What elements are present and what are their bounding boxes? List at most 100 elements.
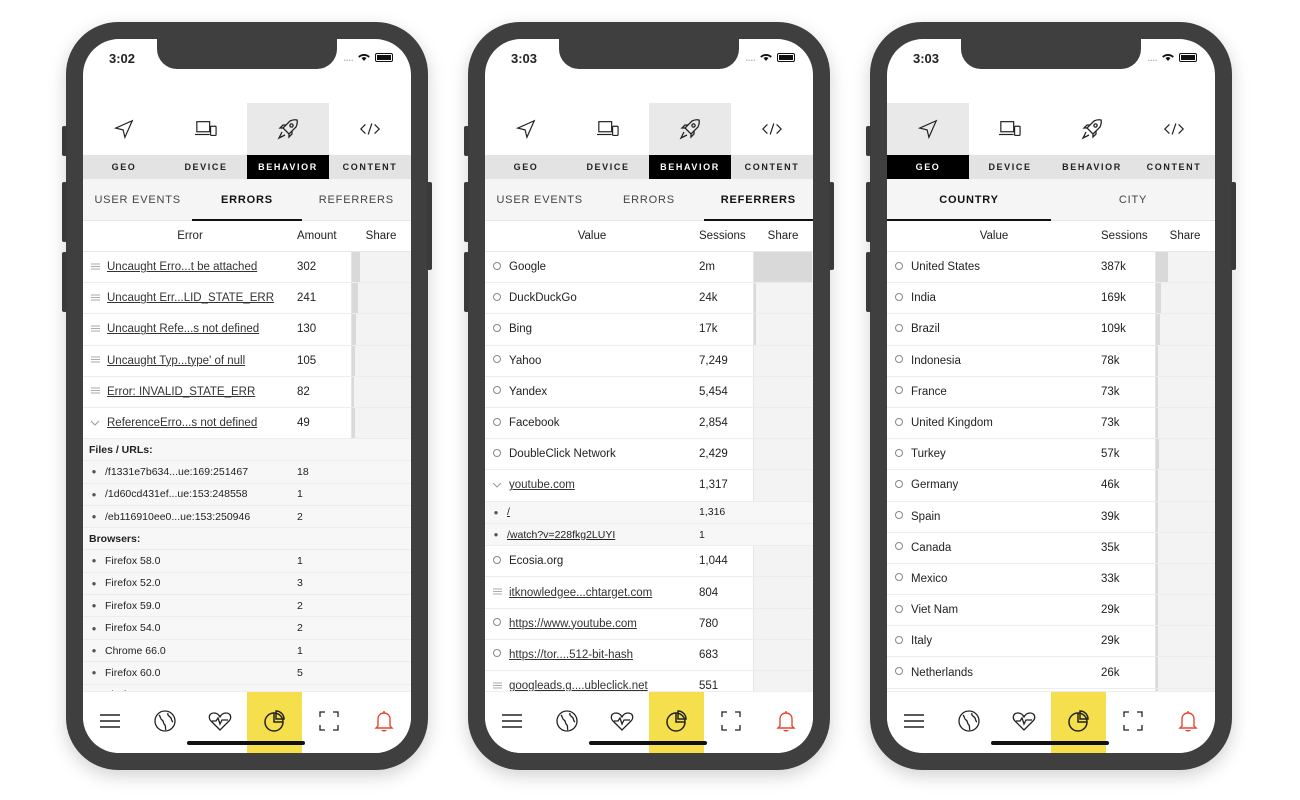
subtab-city[interactable]: CITY	[1051, 179, 1215, 220]
table-row[interactable]: Uncaught Err...LID_STATE_ERR 241	[83, 283, 411, 315]
drag-handle-icon	[83, 262, 107, 273]
row-name[interactable]: Uncaught Typ...type' of null	[107, 355, 297, 367]
nav-tab-geo[interactable]: GEO	[485, 103, 567, 179]
bottom-nav-fullscreen[interactable]	[302, 692, 357, 753]
row-name[interactable]: itknowledgee...chtarget.com	[509, 587, 699, 599]
nav-tab-content[interactable]: CONTENT	[731, 103, 813, 179]
row-name[interactable]: ReferenceErro...s not defined	[107, 417, 297, 429]
table-row[interactable]: Google 2m	[485, 252, 813, 284]
row-name[interactable]: Uncaught Err...LID_STATE_ERR	[107, 292, 297, 304]
table-row[interactable]: Viet Nam 29k	[887, 595, 1215, 627]
table-row[interactable]: DoubleClick Network 2,429	[485, 439, 813, 471]
table-row[interactable]: https://www.youtube.com 780	[485, 608, 813, 640]
row-name: Facebook	[509, 417, 560, 430]
column-header-name[interactable]: Value	[887, 230, 1101, 242]
wifi-icon	[1161, 51, 1175, 64]
nav-tab-content[interactable]: CONTENT	[329, 103, 411, 179]
bottom-nav-menu[interactable]	[485, 692, 540, 753]
subtab-country[interactable]: COUNTRY	[887, 179, 1051, 221]
table-row[interactable]: ReferenceErro...s not defined 49	[83, 407, 411, 440]
chevron-down-icon	[485, 480, 509, 491]
bottom-nav-bell[interactable]	[1160, 692, 1215, 753]
nav-tab-behavior[interactable]: BEHAVIOR	[1051, 103, 1133, 179]
row-value: 241	[297, 292, 317, 305]
row-name[interactable]: https://www.youtube.com	[509, 618, 699, 630]
bottom-nav-bell[interactable]	[758, 692, 813, 753]
row-name[interactable]: https://tor....512-bit-hash	[509, 649, 699, 661]
table-row[interactable]: Canada 35k	[887, 532, 1215, 564]
table-row[interactable]: Error: INVALID_STATE_ERR 82	[83, 376, 411, 408]
bottom-nav-fullscreen[interactable]	[1106, 692, 1161, 753]
bottom-nav-menu[interactable]	[83, 692, 138, 753]
subtab-referrers[interactable]: REFERRERS	[302, 179, 411, 220]
table-row[interactable]: itknowledgee...chtarget.com 804	[485, 577, 813, 609]
table-row[interactable]: Uncaught Refe...s not defined 130	[83, 314, 411, 346]
column-header-name[interactable]: Error	[83, 230, 297, 242]
row-name[interactable]: Error: INVALID_STATE_ERR	[107, 386, 297, 398]
sub-row[interactable]: ● /1,316	[485, 501, 813, 524]
table-row[interactable]: https://tor....512-bit-hash 683	[485, 639, 813, 672]
bell-icon	[1177, 710, 1198, 736]
column-header-share[interactable]: Share	[1155, 230, 1215, 242]
sub-row-name[interactable]: /	[507, 506, 699, 518]
column-header-name[interactable]: Value	[485, 230, 699, 242]
chevron-down-icon	[83, 418, 107, 429]
nav-tab-content[interactable]: CONTENT	[1133, 103, 1215, 179]
nav-tab-device[interactable]: DEVICE	[165, 103, 247, 179]
nav-tab-label: DEVICE	[165, 155, 247, 179]
table-row[interactable]: United States 387k	[887, 252, 1215, 284]
nav-tab-geo[interactable]: GEO	[83, 103, 165, 179]
table-row[interactable]: Uncaught Typ...type' of null 105	[83, 345, 411, 377]
sub-row-value: 1,316	[699, 506, 726, 519]
table-row[interactable]: United Kingdom 73k	[887, 407, 1215, 440]
subtab-referrers[interactable]: REFERRERS	[703, 179, 813, 221]
table-row[interactable]: Netherlands 26k	[887, 657, 1215, 689]
table-row[interactable]: Bing 17k	[485, 314, 813, 346]
subtab-errors[interactable]: ERRORS	[192, 179, 302, 221]
nav-tab-behavior[interactable]: BEHAVIOR	[247, 103, 329, 179]
nav-tab-device[interactable]: DEVICE	[969, 103, 1051, 179]
sub-row-name[interactable]: /watch?v=228fkg2LUYI	[507, 529, 699, 541]
bottom-nav-fullscreen[interactable]	[704, 692, 759, 753]
row-name[interactable]: Uncaught Refe...s not defined	[107, 323, 297, 335]
row-name[interactable]: Uncaught Erro...t be attached	[107, 261, 297, 273]
bottom-nav-menu[interactable]	[887, 692, 942, 753]
nav-tab-device[interactable]: DEVICE	[567, 103, 649, 179]
table-row[interactable]: Yahoo 7,249	[485, 345, 813, 377]
subtab-errors[interactable]: ERRORS	[594, 179, 703, 220]
signal-icon: ....	[1147, 51, 1158, 64]
table-row[interactable]: France 73k	[887, 376, 1215, 408]
table-row[interactable]: Turkey 57k	[887, 439, 1215, 471]
side-button	[427, 182, 432, 270]
nav-tab-geo[interactable]: GEO	[887, 103, 969, 179]
sub-row[interactable]: ● /watch?v=228fkg2LUYI 1	[485, 523, 813, 547]
table-row[interactable]: Mexico 33k	[887, 563, 1215, 596]
column-header-share[interactable]: Share	[753, 230, 813, 242]
column-header-value[interactable]: Sessions	[699, 230, 753, 242]
column-header-value[interactable]: Amount	[297, 230, 351, 242]
nav-tab-behavior[interactable]: BEHAVIOR	[649, 103, 731, 179]
bottom-nav-globe[interactable]	[942, 692, 997, 753]
row-name[interactable]: youtube.com	[509, 479, 699, 491]
bottom-nav-globe[interactable]	[138, 692, 193, 753]
subtab-user-events[interactable]: USER EVENTS	[83, 179, 192, 220]
row-name: Bing	[509, 323, 533, 336]
table-row[interactable]: Spain 39k	[887, 501, 1215, 533]
table-row[interactable]: Yandex 5,454	[485, 376, 813, 408]
table-row[interactable]: Italy 29k	[887, 626, 1215, 658]
bottom-nav-bell[interactable]	[356, 692, 411, 753]
column-header-value[interactable]: Sessions	[1101, 230, 1155, 242]
detail-name: /f1331e7b634...ue:169:251467	[105, 465, 249, 478]
table-row[interactable]: Ecosia.org 1,044	[485, 546, 813, 578]
table-row[interactable]: youtube.com 1,317	[485, 470, 813, 502]
table-row[interactable]: India 169k	[887, 283, 1215, 315]
column-header-share[interactable]: Share	[351, 230, 411, 242]
subtab-user-events[interactable]: USER EVENTS	[485, 179, 594, 220]
table-row[interactable]: Indonesia 78k	[887, 345, 1215, 377]
table-row[interactable]: Brazil 109k	[887, 314, 1215, 346]
bottom-nav-globe[interactable]	[540, 692, 595, 753]
table-row[interactable]: Germany 46k	[887, 470, 1215, 502]
table-row[interactable]: Facebook 2,854	[485, 407, 813, 440]
table-row[interactable]: Uncaught Erro...t be attached 302	[83, 252, 411, 284]
table-row[interactable]: DuckDuckGo 24k	[485, 283, 813, 315]
